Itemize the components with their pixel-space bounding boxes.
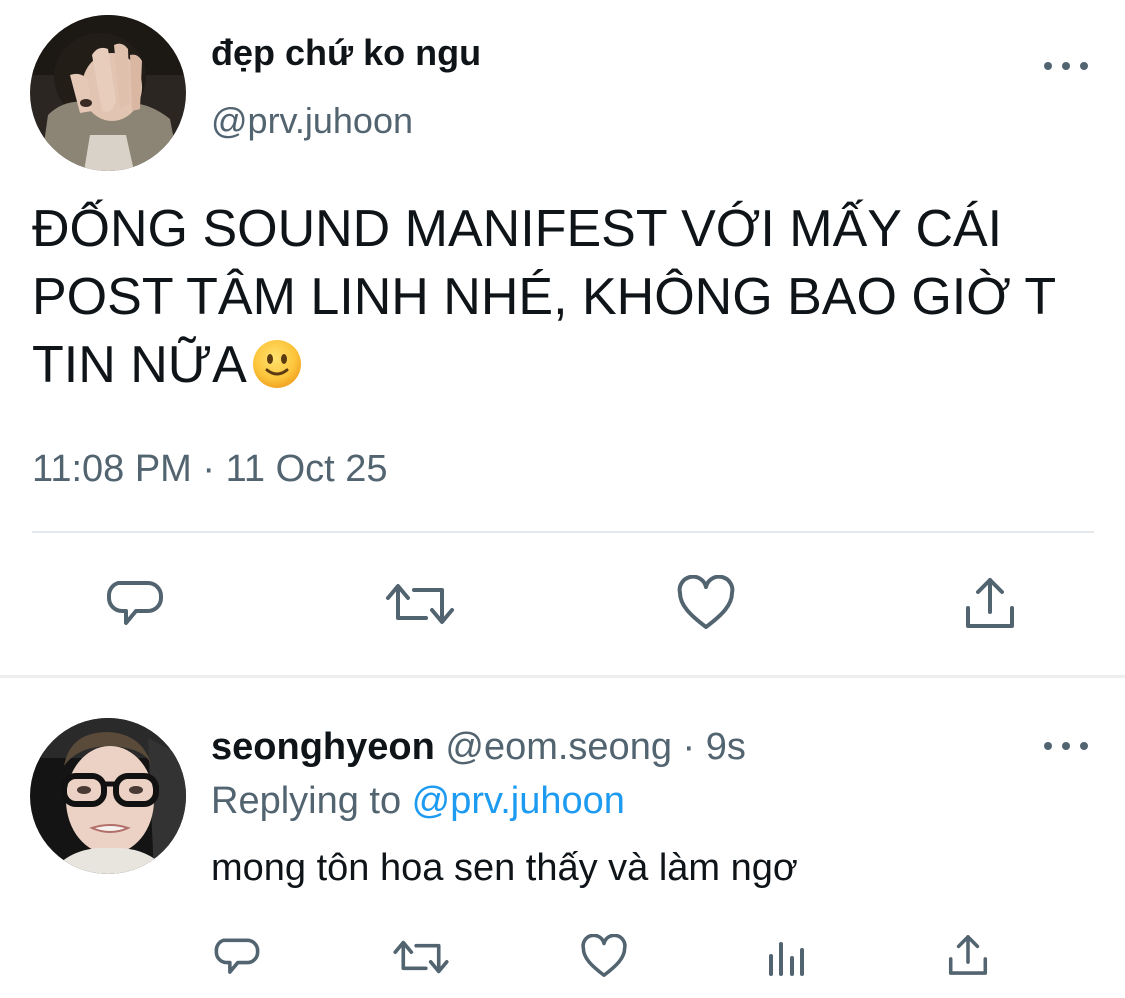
like-button[interactable]: [676, 575, 736, 633]
reply-header: seonghyeon @eom.seong · 9s: [211, 726, 746, 769]
dot-icon: [1062, 62, 1070, 70]
retweet-button[interactable]: [384, 578, 456, 630]
dot-icon: [1044, 742, 1052, 750]
tweet-timestamp[interactable]: 11:08 PM · 11 Oct 25: [32, 448, 388, 491]
reply-icon: [214, 938, 260, 974]
dot-icon: [1044, 62, 1052, 70]
divider: [32, 531, 1094, 533]
share-icon: [966, 578, 1014, 628]
reply-text: mong tôn hoa sen thấy và làm ngơ: [211, 847, 798, 889]
author-handle[interactable]: @prv.juhoon: [211, 100, 413, 142]
reply-author-avatar[interactable]: [30, 718, 186, 874]
dot-icon: [1080, 62, 1088, 70]
dot-icon: [1062, 742, 1070, 750]
replying-prefix: Replying to: [211, 780, 412, 822]
reply-button[interactable]: [104, 575, 166, 633]
reply-retweet-button[interactable]: [392, 936, 450, 978]
reply-display-name[interactable]: seonghyeon: [211, 726, 435, 768]
reply-reply-button[interactable]: [212, 934, 262, 980]
tweet-text-content: ĐỐNG SOUND MANIFEST VỚI MẤY CÁI POST TÂM…: [32, 200, 1057, 394]
replying-to-link[interactable]: @prv.juhoon: [412, 780, 625, 822]
author-display-name[interactable]: đẹp chứ ko ngu: [211, 32, 481, 74]
reply-more-options-button[interactable]: [1044, 736, 1088, 756]
more-options-button[interactable]: [1044, 56, 1088, 76]
like-icon: [677, 575, 735, 629]
reply-share-button[interactable]: [946, 932, 990, 978]
share-icon: [948, 935, 988, 975]
tweet-text: ĐỐNG SOUND MANIFEST VỚI MẤY CÁI POST TÂM…: [32, 195, 1102, 399]
like-icon: [581, 934, 627, 978]
share-button[interactable]: [962, 574, 1018, 632]
reply-handle-time[interactable]: @eom.seong · 9s: [435, 726, 746, 768]
dot-icon: [1080, 742, 1088, 750]
slightly-smiling-face-icon: [252, 340, 301, 388]
retweet-icon: [393, 940, 449, 974]
author-avatar[interactable]: [30, 15, 186, 171]
retweet-icon: [386, 584, 454, 624]
analytics-icon: [769, 942, 804, 976]
replying-to-line: Replying to @prv.juhoon: [211, 780, 625, 823]
section-divider: [0, 675, 1125, 678]
reply-icon: [107, 581, 163, 625]
reply-analytics-button[interactable]: [766, 936, 808, 978]
reply-like-button[interactable]: [580, 934, 628, 980]
